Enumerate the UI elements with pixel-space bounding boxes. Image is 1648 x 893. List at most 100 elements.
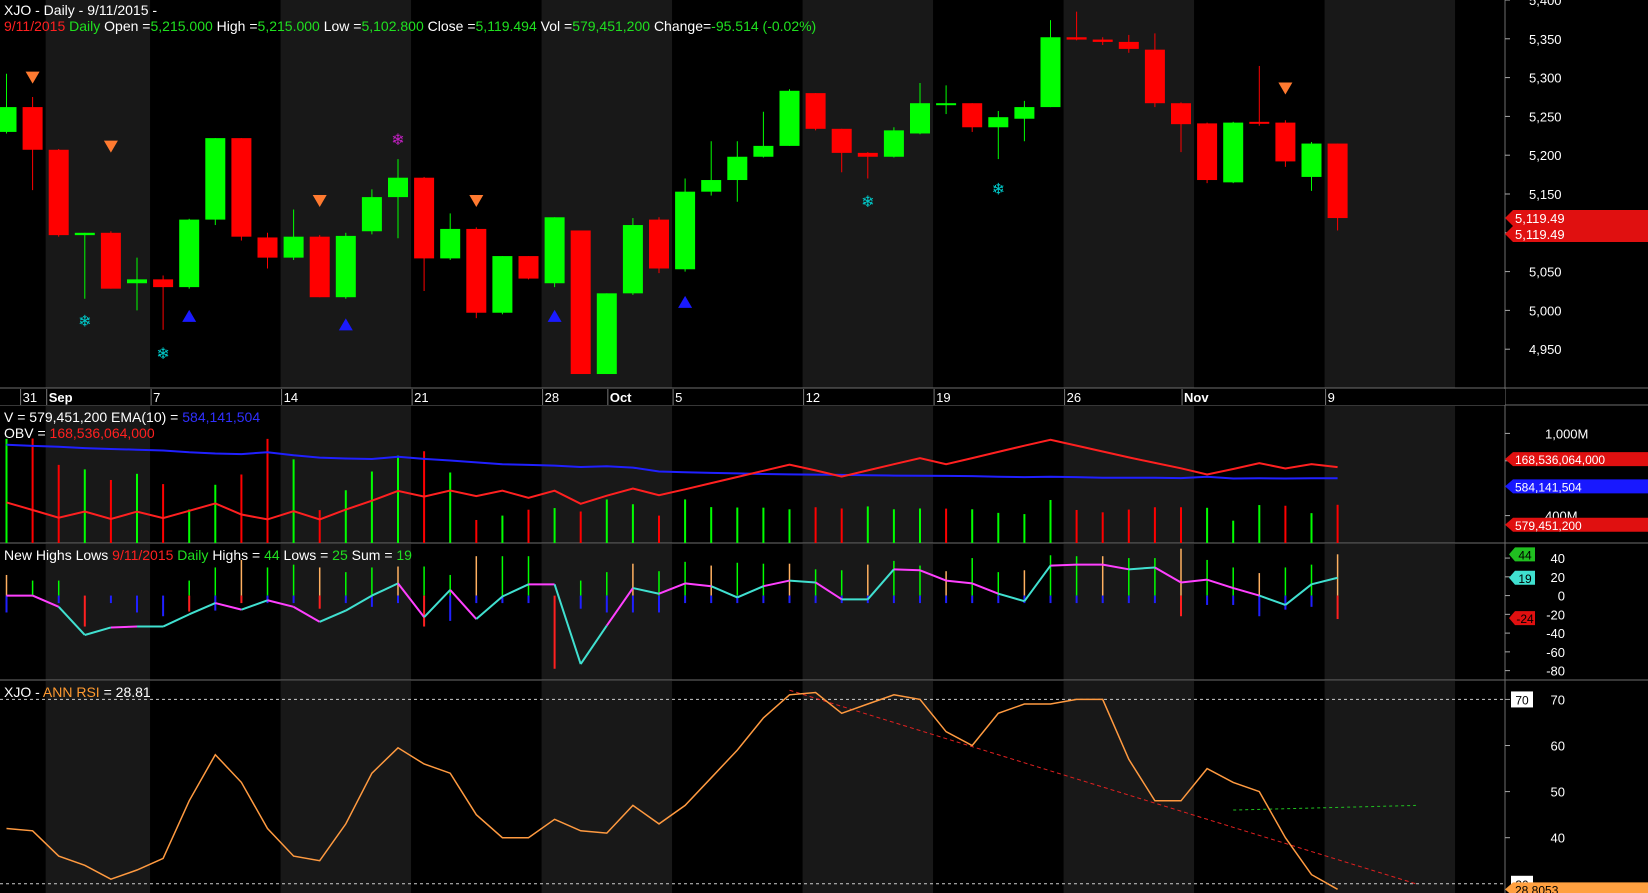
- candle-body: [335, 235, 356, 298]
- nhl-highs-label: Highs =: [212, 547, 261, 563]
- nhl-y-tick-label: -60: [1546, 645, 1565, 660]
- candle-body: [1275, 122, 1296, 162]
- stock-chart-canvas[interactable]: 4,9505,0005,0505,1005,1505,2005,2505,300…: [0, 0, 1648, 893]
- y-axis-area: [1505, 0, 1648, 893]
- candle-body: [309, 236, 330, 298]
- candle-body: [231, 138, 252, 237]
- date-axis-label: 19: [936, 390, 950, 405]
- candle-body: [1066, 37, 1087, 40]
- rsi-panel-header: XJO - ANN RSI = 28.81: [4, 684, 151, 700]
- rsi-eq: =: [103, 684, 112, 700]
- date-axis-label: 28: [545, 390, 559, 405]
- nhl-date: 9/11/2015: [112, 547, 174, 563]
- date-axis-label: Sep: [49, 390, 73, 405]
- low-value: 5,102.800: [361, 18, 424, 34]
- rsi-y-tick-label: 50: [1551, 785, 1565, 800]
- week-band: [1324, 544, 1456, 680]
- vol-value: 579,451,200: [572, 18, 651, 34]
- candle-body: [440, 228, 461, 259]
- price-y-tick-label: 5,000: [1529, 303, 1562, 318]
- price-y-tick-label: 4,950: [1529, 342, 1562, 357]
- price-y-tick-label: 5,250: [1529, 109, 1562, 124]
- week-band: [45, 544, 151, 680]
- star-signal-marker: ❄: [156, 346, 169, 363]
- star-signal-marker: ❄: [391, 132, 404, 149]
- candle-body: [361, 197, 382, 232]
- value-tag-label: 584,141,504: [1515, 480, 1582, 494]
- vol-v-label: V =: [4, 409, 26, 425]
- week-band: [1324, 681, 1456, 893]
- candle-body: [727, 156, 748, 181]
- date-axis-label: Nov: [1184, 390, 1209, 405]
- candle-body: [1144, 49, 1165, 104]
- candle-body: [22, 107, 43, 150]
- date-axis-label: Oct: [610, 390, 632, 405]
- candle-body: [205, 138, 226, 220]
- change-label: Change=: [653, 18, 712, 34]
- volume-y-tick-label: 1,000M: [1545, 426, 1588, 441]
- star-signal-marker: ❄: [78, 313, 91, 330]
- candle-body: [100, 232, 121, 289]
- candle-body: [883, 130, 904, 157]
- star-signal-marker: ❄: [992, 182, 1005, 199]
- date-axis-label: 26: [1067, 390, 1081, 405]
- price-y-tick-label: 5,200: [1529, 148, 1562, 163]
- rsi-value-tag-label: 28.8053: [1515, 883, 1559, 893]
- week-band: [280, 681, 412, 893]
- week-band: [802, 681, 934, 893]
- nhl-badge-label: -24: [1516, 612, 1534, 626]
- week-band: [1324, 406, 1456, 543]
- nhl-daily: Daily: [177, 547, 209, 563]
- candle-body: [1092, 39, 1113, 42]
- candle-body: [388, 177, 408, 198]
- candle-body: [701, 180, 722, 192]
- week-band: [802, 544, 934, 680]
- value-tag-label: 579,451,200: [1515, 519, 1582, 533]
- nhl-title: New Highs Lows: [4, 547, 109, 563]
- date-axis-label: 7: [153, 390, 160, 405]
- candle-body: [414, 177, 435, 259]
- candle-body: [0, 107, 17, 132]
- nhl-y-tick-label: -20: [1546, 607, 1565, 622]
- date-axis-label: 5: [675, 390, 682, 405]
- ohlc-readout: 9/11/2015 Daily Open =5,215.000 High =5,…: [4, 18, 816, 34]
- candle-body: [283, 236, 304, 258]
- candle-body: [649, 219, 669, 269]
- candle-body: [831, 128, 852, 153]
- candle-body: [570, 230, 591, 375]
- week-band: [280, 544, 412, 680]
- date-axis-label: 9: [1328, 390, 1335, 405]
- price-y-tick-label: 5,300: [1529, 71, 1562, 86]
- candle-body: [805, 93, 826, 129]
- last-price-label: 5,119.49: [1515, 211, 1565, 226]
- x-axis-strip: [0, 389, 1505, 405]
- candle-body: [936, 103, 957, 106]
- candle-body: [622, 225, 643, 294]
- week-band: [541, 681, 673, 893]
- rsi-y-tick-label: 40: [1551, 831, 1565, 846]
- nhl-y-tick-label: -80: [1546, 664, 1565, 679]
- candle-body: [518, 256, 539, 279]
- nhl-sum-label: Sum =: [351, 547, 393, 563]
- nhl-panel-header: New Highs Lows 9/11/2015 Daily Highs = 4…: [4, 547, 412, 563]
- nhl-badge-label: 19: [1518, 572, 1532, 586]
- date-axis-label: 14: [284, 390, 298, 405]
- week-band: [1063, 681, 1195, 893]
- star-signal-marker: ❄: [861, 194, 874, 211]
- ema-value: 584,141,504: [182, 409, 261, 425]
- candle-body: [1171, 103, 1191, 125]
- ohlc-daily: Daily: [69, 18, 101, 34]
- high-label: High =: [216, 18, 258, 34]
- nhl-lows-value: 25: [332, 547, 348, 563]
- period-label: - Daily - 9/11/2015 -: [35, 2, 158, 18]
- open-value: 5,215.000: [150, 18, 213, 34]
- close-label: Close =: [427, 18, 476, 34]
- candle-body: [492, 256, 513, 313]
- ohlc-date: 9/11/2015: [4, 18, 66, 34]
- candle-body: [675, 191, 696, 270]
- nhl-y-tick-label: -40: [1546, 626, 1565, 641]
- price-y-tick-label: 5,350: [1529, 32, 1562, 47]
- week-band: [1063, 0, 1195, 388]
- nhl-lows-label: Lows =: [283, 547, 329, 563]
- volume-panel-header: V = 579,451,200 EMA(10) = 584,141,504: [4, 409, 260, 425]
